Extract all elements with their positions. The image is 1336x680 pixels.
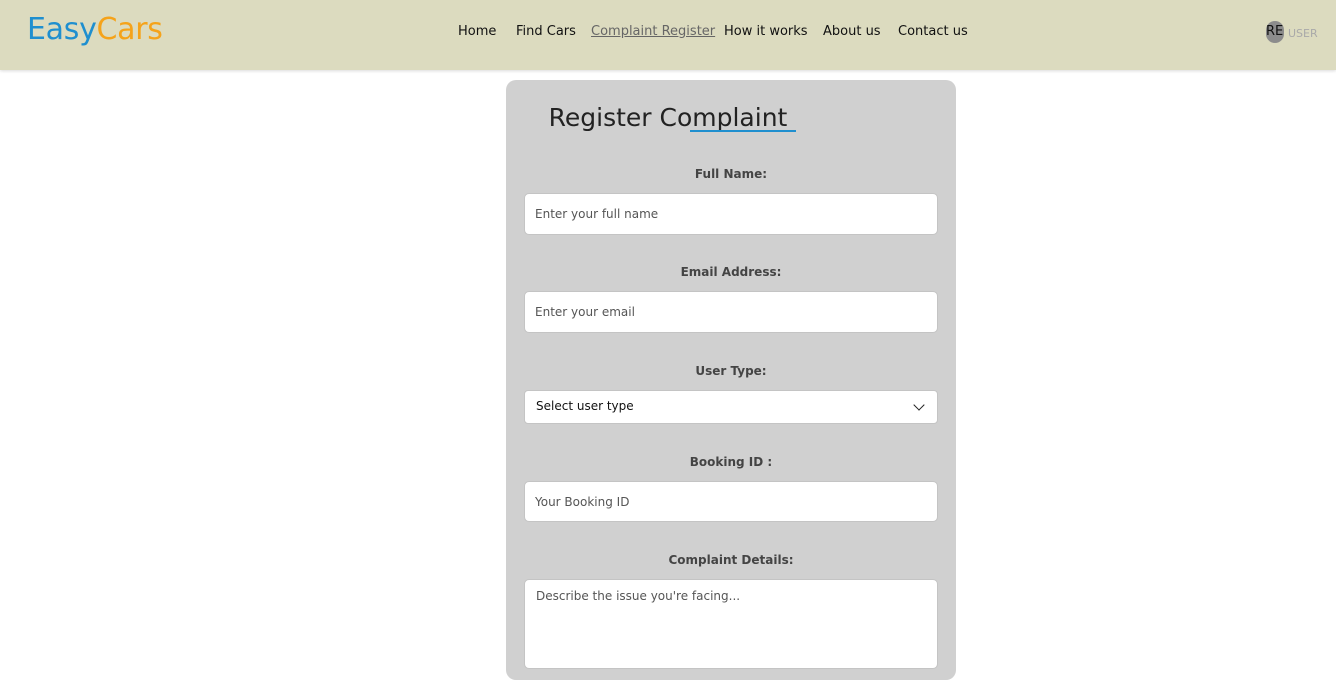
- nav-link-how-it-works[interactable]: How it works: [724, 24, 808, 39]
- form-title: Register Complaint: [548, 103, 788, 132]
- user-type-label: User Type:: [695, 364, 767, 378]
- navbar: EasyCars Home Find Cars Complaint Regist…: [0, 0, 1336, 70]
- booking-id-input[interactable]: Your Booking ID: [524, 481, 938, 522]
- user-role-label: USER: [1288, 27, 1318, 40]
- nav-link-about-us[interactable]: About us: [823, 24, 881, 39]
- email-label: Email Address:: [680, 265, 782, 279]
- nav-links: Home Find Cars Complaint Register How it…: [0, 24, 1336, 42]
- nav-link-home[interactable]: Home: [458, 24, 496, 39]
- complaint-details-textarea[interactable]: Describe the issue you're facing...: [524, 579, 938, 669]
- nav-link-contact-us[interactable]: Contact us: [898, 24, 968, 39]
- booking-id-placeholder: Your Booking ID: [535, 495, 630, 509]
- avatar-initials: RE: [1266, 24, 1284, 39]
- complaint-details-label: Complaint Details:: [668, 553, 794, 567]
- full-name-label: Full Name:: [694, 167, 768, 181]
- nav-link-complaint-register[interactable]: Complaint Register: [591, 24, 715, 39]
- complaint-details-placeholder: Describe the issue you're facing...: [536, 589, 741, 603]
- booking-id-label: Booking ID :: [689, 455, 773, 469]
- nav-link-find-cars[interactable]: Find Cars: [516, 24, 576, 39]
- chevron-down-icon: [913, 399, 925, 411]
- email-input[interactable]: Enter your email: [524, 291, 938, 333]
- full-name-input[interactable]: Enter your full name: [524, 193, 938, 235]
- user-type-selected: Select user type: [536, 399, 634, 413]
- title-underline: [690, 130, 796, 132]
- user-type-select[interactable]: Select user type: [524, 390, 938, 424]
- email-placeholder: Enter your email: [535, 305, 635, 319]
- full-name-placeholder: Enter your full name: [535, 207, 659, 221]
